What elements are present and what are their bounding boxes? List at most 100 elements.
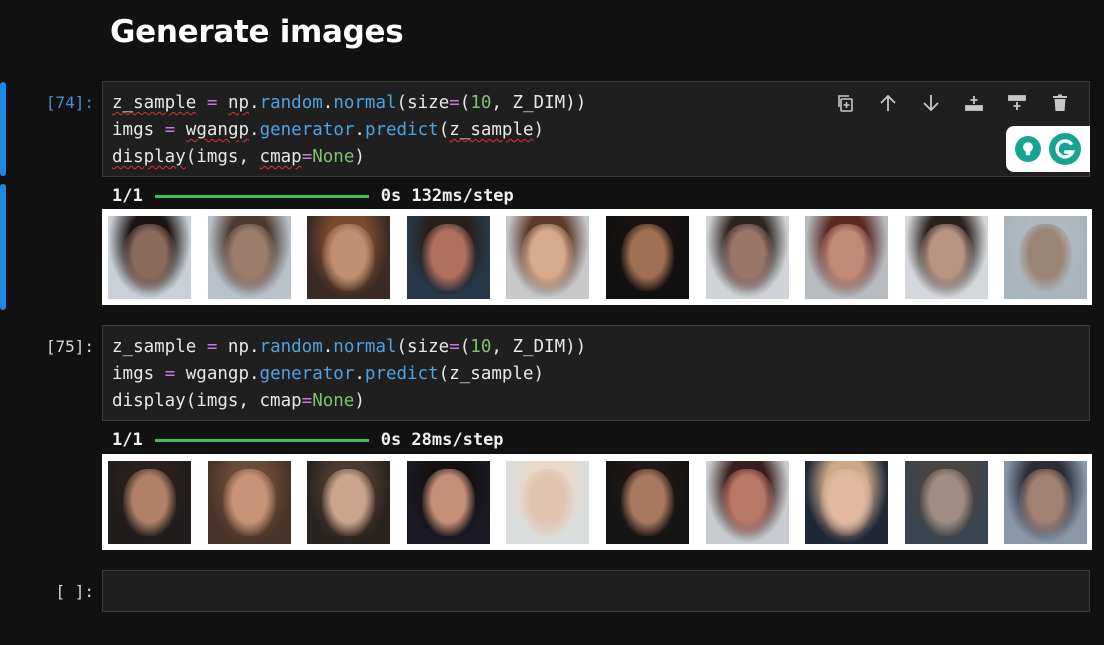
code-block[interactable]: z_sample = np.random.normal(size=(10, Z_… xyxy=(112,334,586,415)
code-token: . xyxy=(354,364,365,384)
empty-code-cell[interactable] xyxy=(102,570,1090,612)
code-token: generator xyxy=(259,364,355,384)
output-image-grid xyxy=(102,454,1092,550)
code-token: generator xyxy=(259,120,355,140)
generated-face-image xyxy=(805,461,889,544)
lightbulb-icon[interactable] xyxy=(1015,136,1041,162)
code-token: (size xyxy=(396,337,450,357)
code-line: z_sample = np.random.normal(size=(10, Z_… xyxy=(112,90,586,117)
face-blob xyxy=(620,469,675,536)
code-token: (z_sample) xyxy=(438,364,545,384)
face-blob xyxy=(620,224,675,291)
code-token: display xyxy=(112,147,186,167)
face-blob xyxy=(820,224,874,291)
code-token: = xyxy=(301,391,313,411)
code-token: imgs xyxy=(112,120,155,140)
face-blob xyxy=(222,224,276,291)
trash-icon xyxy=(1052,94,1067,111)
code-token: z_sample xyxy=(112,337,207,357)
code-token: . xyxy=(322,93,334,113)
generated-face-image xyxy=(207,461,291,544)
delete-button[interactable] xyxy=(1038,92,1081,114)
duplicate-button[interactable] xyxy=(823,92,866,114)
cell-prompt: [75]: xyxy=(45,337,94,356)
insert-above-button[interactable] xyxy=(995,92,1038,114)
output-image-grid xyxy=(102,209,1092,305)
code-token: = xyxy=(164,120,176,140)
code-token: . xyxy=(249,120,260,140)
code-token: (size xyxy=(396,93,450,113)
progress-line: 1/1 0s 28ms/step xyxy=(112,430,504,450)
face-blob xyxy=(421,224,475,291)
face-blob xyxy=(919,224,973,291)
arrow-down-icon xyxy=(922,95,939,112)
code-token: . xyxy=(322,337,334,357)
code-token: ) xyxy=(354,147,365,167)
face-blob xyxy=(322,224,376,291)
generated-face-image xyxy=(1004,216,1088,299)
generated-face-image xyxy=(406,216,490,299)
face-blob xyxy=(521,469,575,536)
code-token: ) xyxy=(533,120,545,140)
code-cell-editor[interactable]: z_sample = np.random.normal(size=(10, Z_… xyxy=(102,81,1090,177)
code-token: wgangp xyxy=(185,120,250,140)
insert-below-button[interactable] xyxy=(952,92,995,114)
face-blob xyxy=(1019,469,1073,536)
generated-face-image xyxy=(904,216,988,299)
face-blob xyxy=(322,469,376,536)
code-token: predict xyxy=(364,120,439,140)
move-up-button[interactable] xyxy=(866,92,909,114)
code-token: ( xyxy=(438,120,450,140)
generated-face-image xyxy=(904,461,988,544)
generated-face-image xyxy=(406,461,490,544)
code-line: z_sample = np.random.normal(size=(10, Z_… xyxy=(112,334,586,361)
code-token: . xyxy=(354,120,365,140)
code-token: cmap xyxy=(259,147,302,167)
cell-toolbar xyxy=(823,92,1081,114)
code-token: z_sample xyxy=(112,93,197,113)
grammarly-icon[interactable] xyxy=(1049,133,1081,165)
insert-above-icon xyxy=(1007,95,1026,110)
generated-face-image xyxy=(108,461,191,544)
generated-face-image xyxy=(705,461,789,544)
progress-bar xyxy=(154,194,369,198)
duplicate-icon xyxy=(837,95,853,112)
generated-face-image xyxy=(307,461,391,544)
code-token: normal xyxy=(333,93,397,113)
move-down-button[interactable] xyxy=(909,92,952,114)
progress-steps: 1/1 xyxy=(112,186,143,206)
face-blob xyxy=(222,469,276,536)
active-output-indicator[interactable] xyxy=(0,184,6,310)
generated-face-image xyxy=(506,461,590,544)
face-blob xyxy=(720,224,774,291)
insert-below-icon xyxy=(964,96,983,111)
code-token: = xyxy=(206,337,218,357)
grammarly-widget[interactable] xyxy=(1006,126,1090,172)
generated-face-image xyxy=(1004,461,1088,544)
code-token: None xyxy=(312,147,355,167)
code-cell-editor[interactable]: z_sample = np.random.normal(size=(10, Z_… xyxy=(102,325,1090,421)
code-token: ( xyxy=(459,337,471,357)
code-token: 10 xyxy=(470,93,492,113)
code-token: random xyxy=(259,337,323,357)
code-token: 10 xyxy=(470,337,492,357)
generated-face-image xyxy=(307,216,391,299)
code-token: ) xyxy=(354,391,365,411)
progress-bar xyxy=(154,438,369,442)
code-token: , Z_DIM)) xyxy=(491,93,587,113)
progress-steps: 1/1 xyxy=(112,430,143,450)
cell-prompt: [74]: xyxy=(45,93,94,112)
code-token: z_sample xyxy=(449,120,534,140)
code-line: display(imgs, cmap=None) xyxy=(112,388,586,415)
code-line: imgs = wgangp.generator.predict(z_sample… xyxy=(112,117,586,144)
code-token: None xyxy=(312,391,355,411)
progress-line: 1/1 0s 132ms/step xyxy=(112,186,514,206)
generated-face-image xyxy=(705,216,789,299)
progress-timing: 0s 132ms/step xyxy=(380,186,514,206)
code-block[interactable]: z_sample = np.random.normal(size=(10, Z_… xyxy=(112,90,586,171)
code-token: = xyxy=(206,93,218,113)
code-token: = xyxy=(449,337,460,357)
face-blob xyxy=(1019,224,1073,291)
